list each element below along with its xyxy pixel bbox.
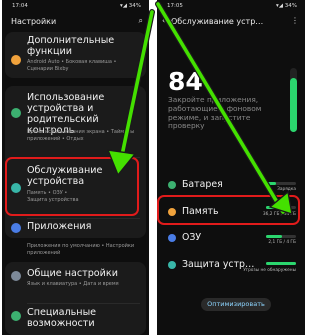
screenshot-frame: 17:04 ▾◢ 34% Настройки ⌕ Дополнительные …: [0, 0, 307, 335]
annotation-arrows: [106, 1, 293, 216]
arrow-to-storage: [156, 2, 285, 214]
arrow-to-device-care: [119, 10, 154, 162]
arrow-head-device-care: [106, 149, 137, 177]
